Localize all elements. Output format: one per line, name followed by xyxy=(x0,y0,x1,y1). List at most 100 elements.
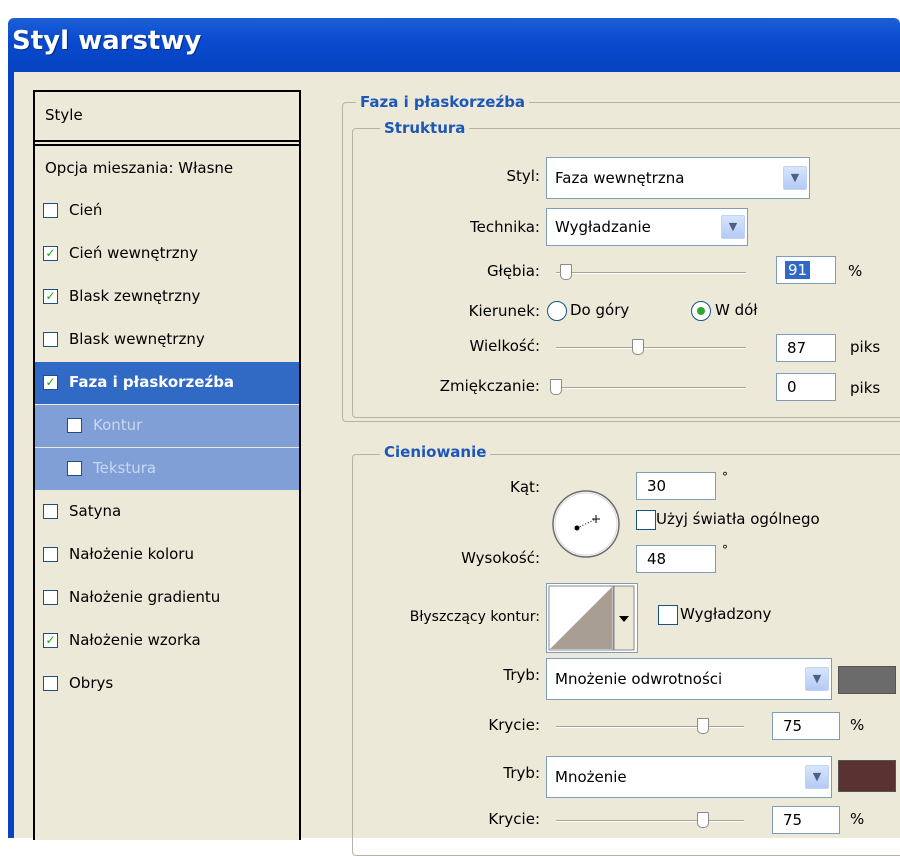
style-select-value: Faza wewnętrzna xyxy=(555,169,685,187)
angle-value: 30 xyxy=(647,477,667,495)
angle-dial-icon[interactable] xyxy=(550,488,622,564)
style-item-3[interactable]: Blask wewnętrzny xyxy=(35,319,299,361)
style-item-5[interactable]: Kontur xyxy=(35,405,299,447)
style-item-label: Obrys xyxy=(69,674,114,692)
style-item-checkbox[interactable] xyxy=(67,461,82,476)
style-item-9[interactable]: Nałożenie gradientu xyxy=(35,577,299,619)
window-title: Styl warstwy xyxy=(12,26,202,56)
style-item-label: Tekstura xyxy=(93,459,157,477)
highlight-color-swatch[interactable] xyxy=(838,666,896,694)
shadow-mode-label: Tryb: xyxy=(503,764,540,782)
style-item-label: Nałożenie wzorka xyxy=(69,631,201,649)
global-light-label: Użyj światła ogólnego xyxy=(656,510,820,528)
chevron-down-icon[interactable]: ▼ xyxy=(805,667,829,691)
shadow-opacity-label: Krycie: xyxy=(488,810,540,828)
style-item-label: Cień wewnętrzny xyxy=(69,244,198,262)
highlight-mode-value: Mnożenie odwrotności xyxy=(555,670,723,688)
style-item-6[interactable]: Tekstura xyxy=(35,448,299,490)
size-slider[interactable] xyxy=(556,347,746,349)
style-item-7[interactable]: Satyna xyxy=(35,491,299,533)
style-item-label: Nałożenie koloru xyxy=(69,545,194,563)
list-divider xyxy=(35,144,299,146)
style-item-1[interactable]: ✓ Cień wewnętrzny xyxy=(35,233,299,275)
chevron-down-icon[interactable]: ▼ xyxy=(721,215,745,239)
depth-unit: % xyxy=(848,262,863,280)
shadow-mode-value: Mnożenie xyxy=(555,768,627,786)
style-item-checkbox[interactable] xyxy=(43,547,58,562)
technique-select-value: Wygładzanie xyxy=(555,218,651,236)
style-item-11[interactable]: Obrys xyxy=(35,663,299,705)
style-item-label: Satyna xyxy=(69,502,122,520)
depth-slider-thumb[interactable] xyxy=(559,264,572,280)
angle-input[interactable]: 30 xyxy=(636,472,716,500)
highlight-opacity-unit: % xyxy=(850,716,865,734)
soften-unit: piks xyxy=(850,379,881,397)
direction-up-radio[interactable] xyxy=(547,301,567,321)
highlight-mode-select[interactable]: Mnożenie odwrotności ▼ xyxy=(546,658,832,700)
style-item-8[interactable]: Nałożenie koloru xyxy=(35,534,299,576)
chevron-down-icon[interactable]: ▼ xyxy=(783,166,807,190)
style-item-checkbox[interactable] xyxy=(43,590,58,605)
shadow-opacity-slider[interactable] xyxy=(556,820,744,822)
style-select[interactable]: Faza wewnętrzna ▼ xyxy=(546,157,810,199)
size-slider-thumb[interactable] xyxy=(631,339,644,355)
size-input[interactable]: 87 xyxy=(776,334,836,362)
bevel-emboss-title: Faza i płaskorzeźba xyxy=(356,93,530,111)
chevron-down-icon[interactable]: ▼ xyxy=(805,765,829,789)
altitude-label: Wysokość: xyxy=(461,549,540,567)
technique-label: Technika: xyxy=(470,218,540,236)
highlight-opacity-thumb[interactable] xyxy=(697,718,709,734)
style-item-checkbox[interactable] xyxy=(43,504,58,519)
style-item-checkbox[interactable] xyxy=(67,418,82,433)
styles-header-label: Style xyxy=(45,106,83,124)
highlight-opacity-slider[interactable] xyxy=(556,726,744,728)
altitude-value: 48 xyxy=(647,550,667,568)
style-item-checkbox[interactable] xyxy=(43,676,58,691)
style-item-checkbox[interactable]: ✓ xyxy=(43,375,58,390)
size-label: Wielkość: xyxy=(469,337,540,355)
style-item-10[interactable]: ✓ Nałożenie wzorka xyxy=(35,620,299,662)
blending-options-item[interactable]: Opcja mieszania: Własne xyxy=(35,148,299,190)
highlight-opacity-label: Krycie: xyxy=(488,716,540,734)
soften-input[interactable]: 0 xyxy=(776,373,836,401)
highlight-opacity-value: 75 xyxy=(783,717,803,735)
shadow-color-swatch[interactable] xyxy=(838,760,896,792)
technique-select[interactable]: Wygładzanie ▼ xyxy=(546,208,748,246)
style-item-label: Cień xyxy=(69,201,103,219)
style-item-2[interactable]: ✓ Blask zewnętrzny xyxy=(35,276,299,318)
structure-title: Struktura xyxy=(380,119,470,137)
depth-input[interactable]: 91 xyxy=(776,256,836,284)
shadow-opacity-value: 75 xyxy=(783,811,803,829)
shadow-opacity-input[interactable]: 75 xyxy=(772,806,840,834)
soften-slider[interactable] xyxy=(556,387,746,389)
style-item-label: Nałożenie gradientu xyxy=(69,588,221,606)
antialiased-checkbox[interactable] xyxy=(658,605,678,625)
style-item-checkbox[interactable]: ✓ xyxy=(43,633,58,648)
highlight-opacity-input[interactable]: 75 xyxy=(772,712,840,740)
blending-options-label: Opcja mieszania: Własne xyxy=(45,159,234,177)
styles-list: Style Opcja mieszania: Własne Cień ✓ Cień … xyxy=(33,90,301,840)
altitude-input[interactable]: 48 xyxy=(636,545,716,573)
shading-title: Cieniowanie xyxy=(380,443,491,461)
style-label: Styl: xyxy=(506,167,540,185)
style-item-checkbox[interactable]: ✓ xyxy=(43,289,58,304)
style-item-checkbox[interactable]: ✓ xyxy=(43,246,58,261)
direction-down-label: W dół xyxy=(715,301,758,319)
angle-label: Kąt: xyxy=(510,478,540,496)
style-item-label: Faza i płaskorzeźba xyxy=(69,373,235,391)
style-item-0[interactable]: Cień xyxy=(35,190,299,232)
style-item-checkbox[interactable] xyxy=(43,203,58,218)
styles-header[interactable]: Style xyxy=(35,92,299,142)
global-light-checkbox[interactable] xyxy=(636,510,656,530)
shadow-opacity-thumb[interactable] xyxy=(697,812,709,828)
shadow-mode-select[interactable]: Mnożenie ▼ xyxy=(546,756,832,798)
direction-down-radio[interactable] xyxy=(691,301,711,321)
style-item-checkbox[interactable] xyxy=(43,332,58,347)
direction-label: Kierunek: xyxy=(468,302,540,320)
angle-unit: ° xyxy=(722,470,728,484)
soften-slider-thumb[interactable] xyxy=(550,379,562,395)
size-value: 87 xyxy=(787,339,807,357)
depth-slider[interactable] xyxy=(556,272,746,274)
style-item-4[interactable]: ✓ Faza i płaskorzeźba xyxy=(35,362,299,404)
gloss-contour-icon[interactable] xyxy=(546,583,638,653)
